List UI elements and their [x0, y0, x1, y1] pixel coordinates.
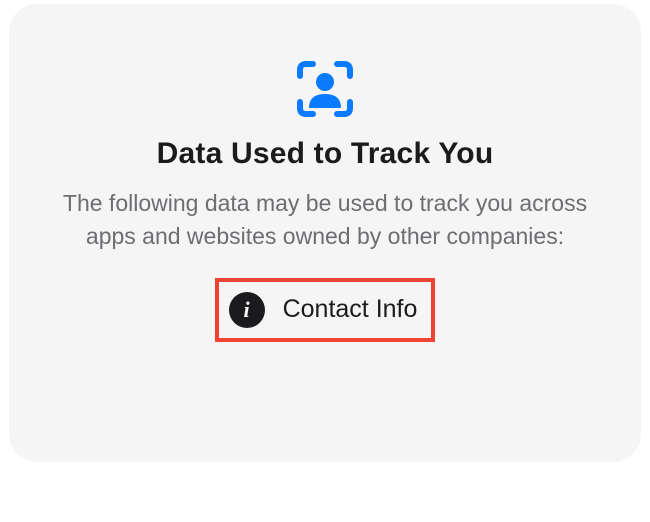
tracked-data-item: i Contact Info — [215, 278, 436, 342]
privacy-tracking-card: Data Used to Track You The following dat… — [9, 4, 641, 462]
tracking-person-icon — [294, 60, 356, 123]
privacy-subtitle: The following data may be used to track … — [45, 187, 605, 254]
info-icon: i — [229, 292, 265, 328]
tracked-data-label: Contact Info — [283, 295, 418, 324]
privacy-heading: Data Used to Track You — [41, 137, 609, 171]
